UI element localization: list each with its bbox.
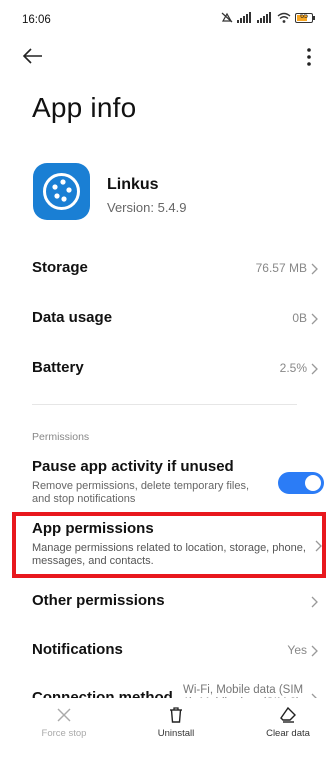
page-title: App info xyxy=(32,92,137,123)
permissions-section-header: Permissions xyxy=(32,431,90,443)
app-name: Linkus xyxy=(107,176,159,193)
divider xyxy=(32,404,297,405)
clear-data-button[interactable]: Clear data xyxy=(248,706,328,739)
force-stop-button[interactable]: Force stop xyxy=(24,706,104,739)
app-icon xyxy=(33,163,90,220)
uninstall-button[interactable]: Uninstall xyxy=(136,706,216,739)
notifications-row[interactable]: Notifications Yes xyxy=(32,629,321,673)
more-options-button[interactable] xyxy=(299,46,319,68)
data-usage-row[interactable]: Data usage 0B xyxy=(32,297,321,341)
app-permissions-description: Manage permissions related to location, … xyxy=(32,542,306,567)
wifi-icon xyxy=(277,12,291,23)
storage-label: Storage xyxy=(32,259,88,276)
battery-label: Battery xyxy=(32,359,84,376)
status-icons: 65 xyxy=(221,12,315,23)
connection-method-value: Wi-Fi, Mobile data (SIM 1), Mobile data … xyxy=(183,684,304,698)
chevron-right-icon xyxy=(311,313,319,325)
chevron-right-icon xyxy=(315,540,323,552)
force-stop-label: Force stop xyxy=(41,728,87,739)
arrow-left-icon xyxy=(22,48,42,64)
chevron-right-icon xyxy=(311,263,319,275)
linkus-logo-icon xyxy=(43,173,80,210)
toggle-knob xyxy=(305,475,321,491)
signal-icon xyxy=(237,12,251,23)
other-permissions-label: Other permissions xyxy=(32,592,165,609)
trash-icon xyxy=(170,707,182,723)
eraser-icon xyxy=(280,706,296,723)
back-button[interactable] xyxy=(22,45,44,67)
battery-value: 2.5% xyxy=(279,361,307,375)
storage-value: 76.57 MB xyxy=(255,261,307,275)
app-permissions-title[interactable]: App permissions xyxy=(32,520,154,537)
pause-app-activity-description: Remove permissions, delete temporary fil… xyxy=(32,480,250,505)
battery-level: 65 xyxy=(300,12,308,20)
other-permissions-row[interactable]: Other permissions xyxy=(32,580,321,624)
more-vertical-icon xyxy=(307,48,311,66)
status-time: 16:06 xyxy=(22,14,51,26)
pause-app-activity-title[interactable]: Pause app activity if unused xyxy=(32,458,234,475)
storage-row[interactable]: Storage 76.57 MB xyxy=(32,247,321,291)
chevron-right-icon xyxy=(311,596,319,608)
uninstall-label: Uninstall xyxy=(157,728,195,739)
notifications-label: Notifications xyxy=(32,641,123,658)
battery-row[interactable]: Battery 2.5% xyxy=(32,347,321,391)
status-bar: 16:06 65 xyxy=(0,0,329,32)
clear-data-label: Clear data xyxy=(266,728,310,739)
chevron-right-icon xyxy=(311,645,319,657)
data-usage-label: Data usage xyxy=(32,309,113,326)
app-version: Version: 5.4.9 xyxy=(107,200,187,215)
data-usage-value: 0B xyxy=(292,311,307,325)
chevron-right-icon xyxy=(311,363,319,375)
notifications-value: Yes xyxy=(287,643,307,657)
close-icon xyxy=(57,708,71,722)
battery-icon: 65 xyxy=(295,12,315,23)
bottom-action-bar: Force stop Uninstall Clear data xyxy=(0,698,329,762)
pause-app-activity-toggle[interactable] xyxy=(278,472,324,494)
silent-icon xyxy=(221,12,233,23)
signal-icon xyxy=(257,12,271,23)
